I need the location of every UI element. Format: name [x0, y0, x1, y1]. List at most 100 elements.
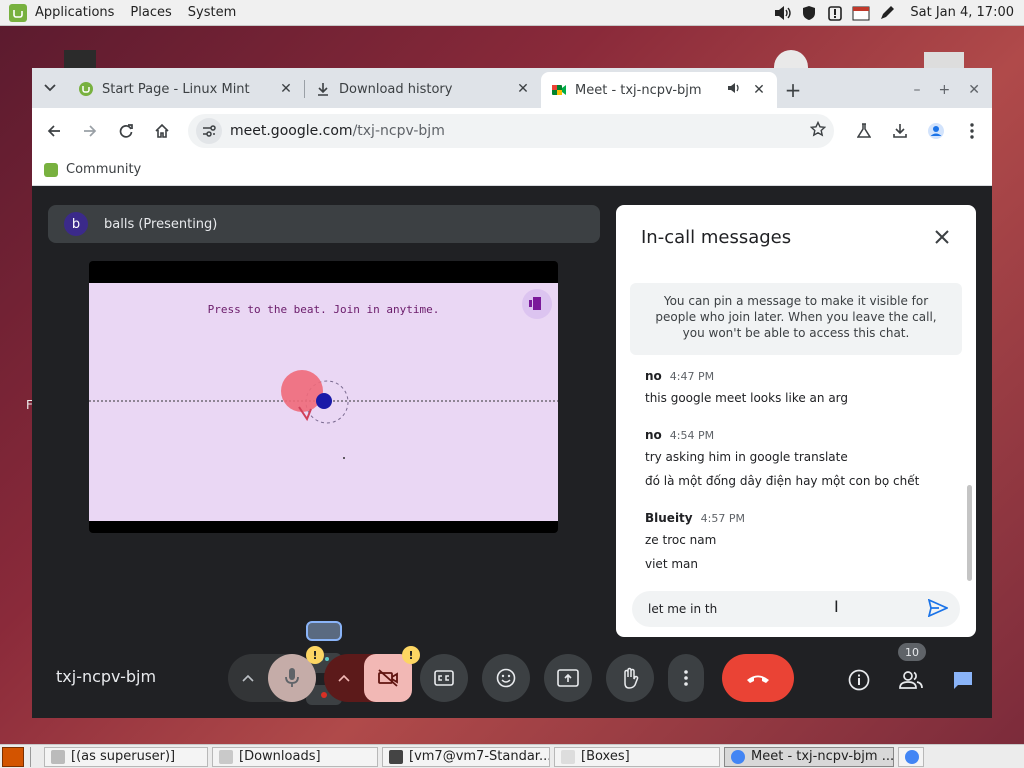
url-path: /txj-ncpv-bjm — [352, 123, 445, 139]
labs-flask-icon[interactable] — [846, 113, 882, 149]
present-screen-button[interactable] — [544, 654, 592, 702]
chrome-icon — [731, 749, 745, 764]
profile-avatar-icon[interactable] — [918, 113, 954, 149]
boxes-icon — [561, 749, 575, 764]
address-bar[interactable]: meet.google.com/txj-ncpv-bjm — [188, 114, 834, 148]
mic-control-group: ! — [228, 646, 324, 702]
taskbar-item[interactable] — [898, 746, 924, 767]
volume-icon[interactable] — [774, 5, 792, 21]
tab-google-meet[interactable]: Meet - txj-ncpv-bjm ✕ — [541, 72, 777, 108]
home-icon[interactable] — [144, 113, 180, 149]
forward-icon[interactable] — [72, 113, 108, 149]
microphone-button[interactable]: ! — [268, 646, 324, 702]
linux-mint-icon — [78, 81, 94, 97]
camera-button[interactable]: ! — [364, 646, 420, 702]
desktop-icon[interactable] — [924, 52, 964, 68]
tab-close-icon[interactable]: ✕ — [515, 81, 531, 97]
send-icon[interactable] — [927, 598, 950, 620]
closed-captions-icon — [434, 670, 454, 686]
window-controls: – + ✕ — [914, 82, 980, 98]
tab-start-page[interactable]: Start Page - Linux Mint ✕ — [68, 72, 304, 106]
terminal-icon — [389, 749, 403, 764]
taskbar-item[interactable]: [(as superuser)] — [44, 746, 208, 767]
call-controls: ! ! — [228, 646, 794, 703]
bookmark-star-icon[interactable] — [809, 120, 827, 141]
tab-audio-icon[interactable] — [727, 82, 741, 98]
desktop-icon[interactable] — [774, 50, 808, 68]
video-options-chevron-icon[interactable] — [324, 654, 364, 702]
menu-applications[interactable]: Applications — [35, 5, 114, 20]
captions-button[interactable] — [420, 654, 468, 702]
tab-close-icon[interactable]: ✕ — [751, 82, 767, 98]
browser-menu-icon[interactable] — [954, 113, 990, 149]
chat-info-notice: You can pin a message to make it visible… — [630, 283, 962, 355]
site-settings-icon[interactable] — [196, 118, 222, 144]
shield-icon[interactable] — [800, 5, 818, 21]
menu-places[interactable]: Places — [130, 5, 171, 20]
chat-input[interactable] — [648, 602, 928, 616]
presenter-bar[interactable]: b balls (Presenting) — [48, 205, 600, 243]
in-call-messages-panel: In-call messages You can pin a message t… — [616, 205, 976, 637]
close-window-icon[interactable]: ✕ — [968, 82, 980, 98]
meeting-details-button[interactable] — [844, 665, 874, 695]
taskbar-item[interactable]: [Downloads] — [212, 746, 378, 767]
raise-hand-button[interactable] — [606, 654, 654, 702]
terminal-icon — [51, 749, 65, 764]
tab-download-history[interactable]: Download history ✕ — [305, 72, 541, 106]
meeting-side-controls: 10 — [844, 643, 978, 695]
tab-search-button[interactable] — [32, 68, 68, 108]
system-clock[interactable]: Sat Jan 4, 17:00 — [910, 5, 1014, 20]
people-button[interactable]: 10 — [896, 643, 926, 695]
audio-options-chevron-icon[interactable] — [228, 654, 268, 702]
participant-thumbnail[interactable] — [306, 621, 342, 641]
meeting-code: txj-ncpv-bjm — [56, 667, 157, 686]
message-group: no 4:54 PM try asking him in google trans… — [645, 428, 919, 498]
system-top-panel: Applications Places System Sat Jan 4, 17… — [0, 0, 1024, 26]
leave-call-button[interactable] — [722, 654, 794, 702]
presentation-slide: Press to the beat. Join in anytime. — [89, 283, 558, 521]
taskbar-item-label: [(as superuser)] — [71, 749, 176, 764]
chat-scrollbar[interactable] — [967, 485, 972, 581]
new-tab-button[interactable]: + — [777, 72, 809, 108]
downloads-icon[interactable] — [882, 113, 918, 149]
back-icon[interactable] — [36, 113, 72, 149]
linux-mint-icon — [44, 162, 58, 177]
chat-button[interactable] — [948, 665, 978, 695]
tab-title: Meet - txj-ncpv-bjm — [575, 82, 702, 98]
message-text: viet man — [645, 557, 698, 571]
maximize-icon[interactable]: + — [939, 82, 951, 98]
participant-count-badge: 10 — [898, 643, 926, 661]
chat-message-field[interactable] — [632, 591, 960, 627]
linux-mint-menu-icon[interactable] — [9, 3, 27, 22]
folder-icon — [219, 749, 233, 764]
desktop-icon[interactable] — [64, 50, 96, 68]
info-icon — [848, 669, 870, 691]
taskbar-item-label: Meet - txj-ncpv-bjm ... — [751, 749, 894, 764]
pen-tool-icon[interactable] — [878, 5, 896, 21]
avatar: b — [64, 212, 88, 236]
bookmark-community[interactable]: Community — [66, 162, 141, 177]
microphone-icon — [285, 668, 299, 687]
close-icon[interactable] — [930, 225, 954, 249]
people-icon — [899, 671, 923, 689]
tab-close-icon[interactable]: ✕ — [278, 81, 294, 97]
chat-icon — [954, 672, 972, 689]
taskbar-item[interactable]: [Boxes] — [554, 746, 720, 767]
reload-icon[interactable] — [108, 113, 144, 149]
message-time: 4:57 PM — [700, 512, 745, 525]
menu-system[interactable]: System — [188, 5, 236, 20]
shared-screen[interactable]: Press to the beat. Join in anytime. — [89, 261, 558, 533]
show-desktop-icon[interactable] — [2, 746, 24, 767]
calendar-applet-icon[interactable] — [852, 5, 870, 21]
presenter-label: balls (Presenting) — [104, 216, 218, 232]
update-notice-icon[interactable] — [826, 5, 844, 21]
browser-toolbar: meet.google.com/txj-ncpv-bjm — [32, 108, 992, 154]
taskbar-item[interactable]: Meet - txj-ncpv-bjm ... — [724, 746, 894, 767]
warning-badge: ! — [306, 646, 324, 664]
reactions-button[interactable] — [482, 654, 530, 702]
more-vert-icon — [684, 670, 688, 686]
taskbar-item[interactable]: [vm7@vm7-Standar... — [382, 746, 550, 767]
more-options-button[interactable] — [668, 654, 704, 702]
raise-hand-icon — [624, 667, 639, 689]
minimize-icon[interactable]: – — [914, 82, 921, 98]
